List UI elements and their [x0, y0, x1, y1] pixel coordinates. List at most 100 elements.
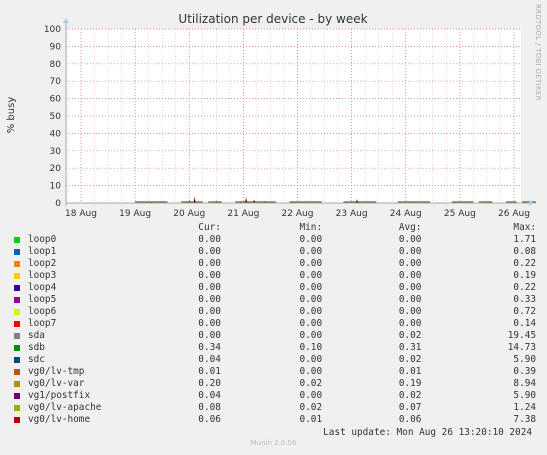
legend-device-name: loop4 [28, 282, 57, 293]
legend-min-value: 0.00 [299, 330, 323, 341]
legend-max-value: 14.73 [507, 342, 536, 353]
legend-min-value: 0.00 [299, 306, 323, 317]
legend-col-min: Min: [299, 222, 323, 233]
legend-row: sdc 0.04 0.00 0.02 5.90 [12, 354, 536, 366]
y-tick-label: 80 [50, 60, 62, 70]
legend-cur-value: 0.08 [198, 402, 221, 413]
y-tick-label: 100 [44, 25, 61, 35]
legend-col-max: Max: [513, 222, 536, 233]
legend-max-value: 5.90 [513, 354, 536, 365]
legend-avg-value: 0.31 [398, 342, 422, 353]
legend-device-name: vg1/postfix [28, 390, 91, 401]
legend-cur-value: 0.00 [198, 330, 221, 341]
legend-min-value: 0.00 [299, 354, 323, 365]
legend-max-value: 1.24 [513, 402, 536, 413]
legend-avg-value: 0.00 [398, 234, 422, 245]
legend-row: sdb 0.34 0.10 0.31 14.73 [12, 342, 536, 354]
legend-cur-value: 0.00 [198, 270, 221, 281]
x-tick-label: 24 Aug [390, 209, 422, 219]
legend-max-value: 0.22 [513, 282, 536, 293]
legend-device-name: loop2 [28, 258, 57, 269]
legend-min-value: 0.02 [299, 402, 323, 413]
legend-swatch [14, 369, 20, 375]
legend-cur-value: 0.00 [198, 234, 221, 245]
legend-cur-value: 0.00 [198, 246, 221, 257]
legend-col-cur: Cur: [198, 222, 221, 233]
legend-max-value: 0.72 [513, 306, 536, 317]
x-tick-label: 23 Aug [336, 209, 368, 219]
legend-col-avg: Avg: [398, 222, 422, 233]
legend-row: vg0/lv-tmp 0.01 0.00 0.01 0.39 [12, 366, 536, 378]
legend-max-value: 5.90 [513, 390, 536, 401]
legend-row: vg0/lv-home 0.06 0.01 0.06 7.38 [12, 414, 536, 426]
legend-swatch [14, 249, 20, 255]
legend-device-name: loop5 [28, 294, 57, 305]
y-tick-label: 20 [50, 164, 62, 174]
y-axis-arrow [63, 18, 69, 23]
legend-swatch [14, 273, 20, 279]
legend-row: loop1 0.00 0.00 0.00 0.08 [12, 246, 536, 258]
legend-max-value: 8.94 [513, 378, 536, 389]
legend-cur-value: 0.00 [198, 306, 221, 317]
legend-cur-value: 0.00 [198, 318, 221, 329]
legend-avg-value: 0.00 [398, 282, 422, 293]
legend-avg-value: 0.06 [398, 414, 422, 425]
legend-swatch [14, 405, 20, 411]
legend-swatch [14, 309, 20, 315]
y-tick-label: 30 [50, 147, 62, 157]
legend-swatch [14, 417, 20, 423]
legend-device-name: vg0/lv-tmp [28, 366, 85, 377]
legend-device-name: sda [28, 330, 45, 341]
legend-row: loop7 0.00 0.00 0.00 0.14 [12, 318, 536, 330]
legend-row: loop6 0.00 0.00 0.00 0.72 [12, 306, 536, 318]
x-tick-label: 19 Aug [119, 209, 151, 219]
legend-swatch [14, 357, 20, 363]
legend: Cur: Min: Avg: Max: loop0 0.00 0.00 0.00 1.7… [12, 222, 536, 426]
legend-swatch [14, 285, 20, 291]
legend-swatch [14, 333, 20, 339]
legend-swatch [14, 261, 20, 267]
legend-cur-value: 0.01 [198, 366, 221, 377]
munin-version: Munin 2.0.56 [250, 439, 297, 447]
legend-header: Cur: Min: Avg: Max: [12, 222, 536, 234]
legend-avg-value: 0.00 [398, 306, 422, 317]
legend-cur-value: 0.00 [198, 294, 221, 305]
legend-cur-value: 0.04 [198, 354, 221, 365]
legend-avg-value: 0.02 [398, 330, 422, 341]
last-update: Last update: Mon Aug 26 13:20:10 2024 [323, 427, 532, 438]
legend-min-value: 0.02 [299, 378, 323, 389]
legend-avg-value: 0.02 [398, 354, 422, 365]
legend-avg-value: 0.00 [398, 246, 422, 257]
legend-row: loop0 0.00 0.00 0.00 1.71 [12, 234, 536, 246]
legend-device-name: vg0/lv-var [28, 378, 85, 389]
legend-avg-value: 0.01 [398, 366, 422, 377]
legend-max-value: 19.45 [507, 330, 536, 341]
legend-min-value: 0.00 [299, 294, 323, 305]
legend-avg-value: 0.07 [398, 402, 422, 413]
legend-avg-value: 0.00 [398, 258, 422, 269]
y-tick-label: 0 [55, 199, 61, 209]
legend-min-value: 0.01 [299, 414, 323, 425]
y-tick-label: 70 [50, 77, 62, 87]
legend-max-value: 0.19 [513, 270, 536, 281]
legend-swatch [14, 393, 20, 399]
legend-min-value: 0.10 [299, 342, 323, 353]
x-tick-label: 25 Aug [444, 209, 476, 219]
legend-min-value: 0.00 [299, 318, 323, 329]
legend-row: vg0/lv-apache 0.08 0.02 0.07 1.24 [12, 402, 536, 414]
y-tick-label: 60 [50, 95, 62, 105]
legend-row: loop5 0.00 0.00 0.00 0.33 [12, 294, 536, 306]
legend-min-value: 0.00 [299, 366, 323, 377]
legend-min-value: 0.00 [299, 282, 323, 293]
legend-swatch [14, 381, 20, 387]
legend-cur-value: 0.00 [198, 282, 221, 293]
x-tick-label: 21 Aug [227, 209, 259, 219]
legend-device-name: loop1 [28, 246, 57, 257]
y-tick-label: 10 [50, 182, 62, 192]
x-tick-label: 20 Aug [173, 209, 205, 219]
legend-device-name: vg0/lv-apache [28, 402, 102, 413]
legend-avg-value: 0.02 [398, 390, 422, 401]
y-tick-label: 50 [50, 112, 62, 122]
chart-title: Utilization per device - by week [178, 12, 367, 26]
legend-device-name: loop0 [28, 234, 57, 245]
